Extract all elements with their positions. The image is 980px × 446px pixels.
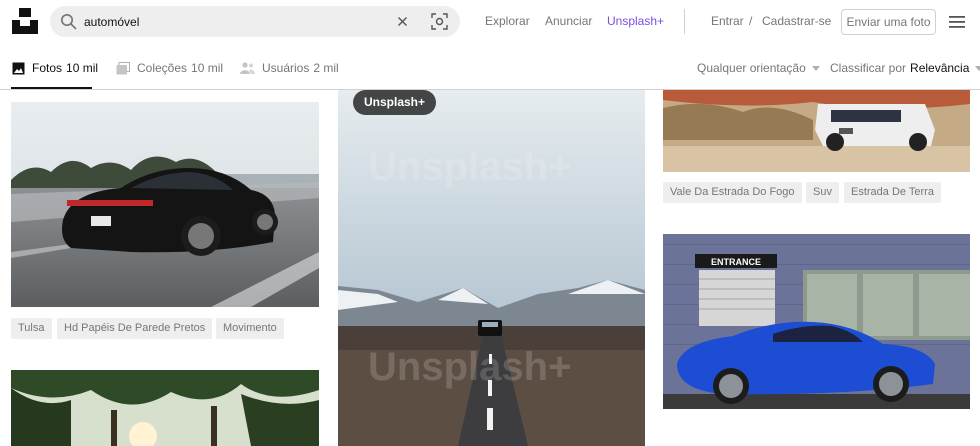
tab-users[interactable]: Usuários 2 mil: [240, 61, 339, 75]
orientation-filter-dropdown[interactable]: Qualquer orientação: [697, 61, 820, 75]
tab-collections-count: 10 mil: [191, 61, 224, 75]
visual-search-icon[interactable]: [431, 13, 448, 30]
search-tabs-bar: Fotos 10 mil Coleções 10 mil Usuários 2 …: [0, 44, 980, 90]
photo-icon: [12, 62, 25, 74]
sort-value: Relevância: [910, 61, 970, 75]
photo-blue-bmw[interactable]: ENTRANCE: [663, 234, 970, 409]
tab-users-label: Usuários: [262, 61, 310, 75]
signup-link[interactable]: Cadastrar-se: [762, 14, 831, 28]
login-signup-separator: /: [749, 14, 753, 28]
watermark-text: Unsplash+: [368, 145, 571, 189]
sort-dropdown[interactable]: Classificar por Relevância: [830, 61, 980, 75]
collection-icon: [116, 61, 130, 74]
tab-photos[interactable]: Fotos 10 mil: [12, 61, 98, 75]
search-bar: [50, 6, 460, 37]
black-sports-car-photo: [11, 102, 319, 307]
top-header: Explorar Anunciar Unsplash+ Entrar / Cad…: [0, 0, 980, 44]
nav-advertise-link[interactable]: Anunciar: [545, 14, 592, 28]
users-icon: [240, 62, 255, 74]
submit-photo-button[interactable]: Enviar uma foto: [841, 9, 936, 35]
unsplash-logo-icon[interactable]: [12, 8, 38, 34]
chevron-down-icon: [975, 65, 980, 71]
watermark-text: Unsplash+: [368, 345, 571, 389]
photo-white-suv[interactable]: [663, 90, 970, 172]
tag-chip[interactable]: Movimento: [216, 318, 284, 339]
tag-chip[interactable]: Suv: [806, 182, 839, 203]
tab-photos-count: 10 mil: [66, 61, 99, 75]
active-tab-indicator: [11, 87, 92, 89]
tag-chip[interactable]: Estrada De Terra: [844, 182, 941, 203]
photo-tree-sunset[interactable]: [11, 370, 319, 446]
unsplash-plus-badge[interactable]: Unsplash+: [353, 90, 437, 115]
white-suv-desert-photo: [663, 90, 970, 172]
mountain-road-jeep-photo: Unsplash+ Unsplash+: [338, 90, 645, 446]
photo-black-porsche[interactable]: [11, 102, 319, 307]
chevron-down-icon: [811, 65, 820, 71]
photo-mountain-road[interactable]: Unsplash+ Unsplash+: [338, 90, 645, 446]
search-icon[interactable]: [60, 13, 77, 30]
close-icon[interactable]: [395, 14, 410, 29]
tag-chip[interactable]: Tulsa: [11, 318, 52, 339]
tree-sunset-photo: [11, 370, 319, 446]
login-link[interactable]: Entrar: [711, 14, 744, 28]
sort-label: Classificar por: [830, 61, 907, 75]
nav-divider: [684, 9, 685, 34]
hamburger-menu-icon[interactable]: [949, 15, 965, 29]
nav-unsplash-plus-link[interactable]: Unsplash+: [607, 14, 664, 28]
search-input[interactable]: [84, 12, 384, 31]
tab-collections-label: Coleções: [137, 61, 188, 75]
entrance-sign-text: ENTRANCE: [711, 257, 761, 267]
tag-chip[interactable]: Vale Da Estrada Do Fogo: [663, 182, 802, 203]
tab-collections[interactable]: Coleções 10 mil: [116, 61, 223, 75]
blue-coupe-photo: ENTRANCE: [663, 234, 970, 409]
tab-users-count: 2 mil: [313, 61, 339, 75]
tag-chip[interactable]: Hd Papéis De Parede Pretos: [57, 318, 213, 339]
tab-photos-label: Fotos: [32, 61, 63, 75]
nav-explore-link[interactable]: Explorar: [485, 14, 530, 28]
orientation-filter-label: Qualquer orientação: [697, 61, 806, 75]
